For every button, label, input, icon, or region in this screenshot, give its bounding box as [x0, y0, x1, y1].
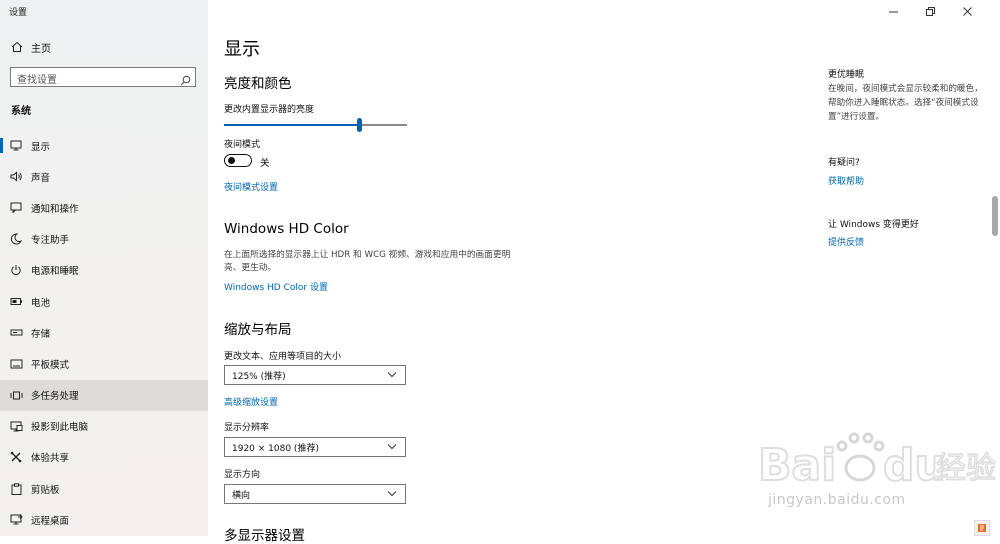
multitask-icon: [8, 390, 24, 401]
sidebar-item-display[interactable]: 显示: [0, 130, 208, 161]
scale-value: 125% (推荐): [232, 371, 286, 382]
slider-fill: [224, 124, 359, 126]
sidebar-item-label: 多任务处理: [31, 391, 79, 403]
scale-label: 更改文本、应用等项目的大小: [224, 352, 342, 362]
hdr-description: 在上面所选择的显示器上让 HDR 和 WCG 视频、游戏和应用中的画面更明亮、更…: [224, 250, 511, 273]
resolution-label: 显示分辨率: [224, 423, 270, 433]
chevron-down-icon: [387, 372, 397, 378]
notification-icon: [8, 202, 24, 214]
sidebar-item-label: 投影到此电脑: [31, 422, 89, 434]
scale-heading: 缩放与布局: [224, 322, 292, 338]
hdr-heading: Windows HD Color: [224, 221, 349, 237]
toggle-knob: [228, 157, 235, 164]
section-label: 系统: [11, 106, 31, 117]
close-button[interactable]: [949, 4, 986, 18]
close-icon: [963, 6, 972, 16]
resolution-value: 1920 × 1080 (推荐): [232, 443, 319, 454]
restore-button[interactable]: [912, 4, 949, 18]
sidebar-item-focus-assist[interactable]: 专注助手: [0, 224, 208, 255]
brightness-slider-label: 更改内置显示器的亮度: [224, 105, 315, 115]
slider-thumb[interactable]: [357, 118, 362, 132]
baidu-watermark-logo: Bai du 经验: [758, 432, 997, 492]
tablet-icon: [8, 359, 24, 369]
orientation-dropdown[interactable]: 横向: [224, 484, 406, 504]
app-title: 设置: [9, 8, 28, 18]
sidebar-item-label: 专注助手: [31, 235, 70, 247]
brightness-slider[interactable]: [224, 118, 407, 132]
main-content: 显示 亮度和颜色 更改内置显示器的亮度 夜间模式 关 夜间模式设置 Window…: [208, 0, 1000, 544]
minimize-icon: [889, 11, 898, 12]
battery-icon: [8, 297, 24, 306]
project-icon: [8, 421, 24, 432]
night-light-toggle[interactable]: [224, 154, 252, 167]
night-light-settings-link[interactable]: 夜间模式设置: [224, 180, 278, 193]
night-light-state: 关: [260, 158, 270, 169]
sidebar-home-label: 主页: [31, 43, 51, 55]
night-info-title: 更优睡眠: [828, 70, 865, 80]
scrollbar[interactable]: [992, 196, 998, 236]
clipboard-icon: [8, 482, 24, 495]
sidebar-item-label: 存储: [31, 328, 51, 340]
question-title: 有疑问?: [828, 158, 860, 168]
minimize-button[interactable]: [875, 4, 912, 18]
moon-icon: [8, 233, 24, 245]
sidebar-item-label: 远程桌面: [31, 515, 70, 527]
sidebar-item-remote-desktop[interactable]: 远程桌面: [0, 504, 208, 535]
restore-icon: [926, 6, 935, 16]
monitor-icon: [8, 140, 24, 151]
sidebar-item-label: 平板模式: [31, 359, 70, 371]
scale-dropdown[interactable]: 125% (推荐): [224, 365, 406, 385]
chevron-down-icon: [387, 444, 397, 450]
watermark-url: jingyan.baidu.com: [768, 492, 906, 508]
share-icon: [8, 451, 24, 463]
sidebar-nav: 显示 声音 通知和操作 专注助手 电源和睡眠 电池 存储 平板模式 多任务处理 …: [0, 130, 208, 535]
sidebar-item-project-to-pc[interactable]: 投影到此电脑: [0, 411, 208, 442]
search-icon[interactable]: [180, 71, 191, 90]
advanced-scaling-link[interactable]: 高级缩放设置: [224, 395, 278, 408]
speaker-icon: [8, 171, 24, 182]
improve-title: 让 Windows 变得更好: [828, 220, 919, 230]
sidebar-item-battery[interactable]: 电池: [0, 286, 208, 317]
chevron-down-icon: [387, 491, 397, 497]
sidebar-item-notifications[interactable]: 通知和操作: [0, 192, 208, 223]
remote-icon: [8, 514, 24, 525]
sidebar-item-storage[interactable]: 存储: [0, 317, 208, 348]
window-controls: [875, 4, 986, 18]
sidebar-home[interactable]: 主页: [0, 36, 208, 58]
sidebar-item-label: 剪贴板: [31, 484, 60, 496]
multi-display-heading: 多显示器设置: [224, 528, 305, 544]
get-help-link[interactable]: 获取帮助: [828, 174, 864, 187]
sidebar-item-label: 电池: [31, 297, 51, 309]
sidebar-item-clipboard[interactable]: 剪贴板: [0, 473, 208, 504]
sidebar-item-label: 体验共享: [31, 453, 70, 465]
sidebar-item-tablet-mode[interactable]: 平板模式: [0, 348, 208, 379]
feedback-link[interactable]: 提供反馈: [828, 235, 864, 248]
sidebar-item-sound[interactable]: 声音: [0, 161, 208, 192]
home-icon: [9, 41, 25, 53]
corner-logo-icon: [974, 520, 990, 536]
sidebar-item-power-sleep[interactable]: 电源和睡眠: [0, 255, 208, 286]
orientation-value: 横向: [232, 490, 251, 501]
svg-text:Bai: Bai: [758, 440, 836, 491]
search-input[interactable]: [11, 71, 177, 90]
hdr-settings-link[interactable]: Windows HD Color 设置: [224, 280, 328, 293]
brightness-heading: 亮度和颜色: [224, 76, 292, 92]
sidebar-item-multitasking[interactable]: 多任务处理: [0, 379, 208, 411]
sidebar-item-shared-experiences[interactable]: 体验共享: [0, 442, 208, 473]
page-title: 显示: [224, 39, 260, 60]
sidebar-item-label: 显示: [31, 141, 51, 153]
svg-text:经验: 经验: [936, 451, 996, 486]
storage-icon: [8, 328, 24, 337]
sidebar-item-label: 通知和操作: [31, 203, 79, 215]
sidebar: 设置 主页 系统 显示 声音 通知和操作: [0, 0, 208, 536]
night-light-label: 夜间模式: [224, 140, 261, 150]
power-icon: [8, 264, 24, 276]
sidebar-item-label: 电源和睡眠: [31, 266, 79, 278]
resolution-dropdown[interactable]: 1920 × 1080 (推荐): [224, 437, 406, 457]
night-info-text: 在晚间，夜间模式会显示较柔和的暖色，帮助你进入睡眠状态。选择“夜间模式设置”进行…: [828, 84, 983, 122]
orientation-label: 显示方向: [224, 470, 261, 480]
search-box[interactable]: [10, 67, 196, 90]
sidebar-item-label: 声音: [31, 172, 51, 184]
